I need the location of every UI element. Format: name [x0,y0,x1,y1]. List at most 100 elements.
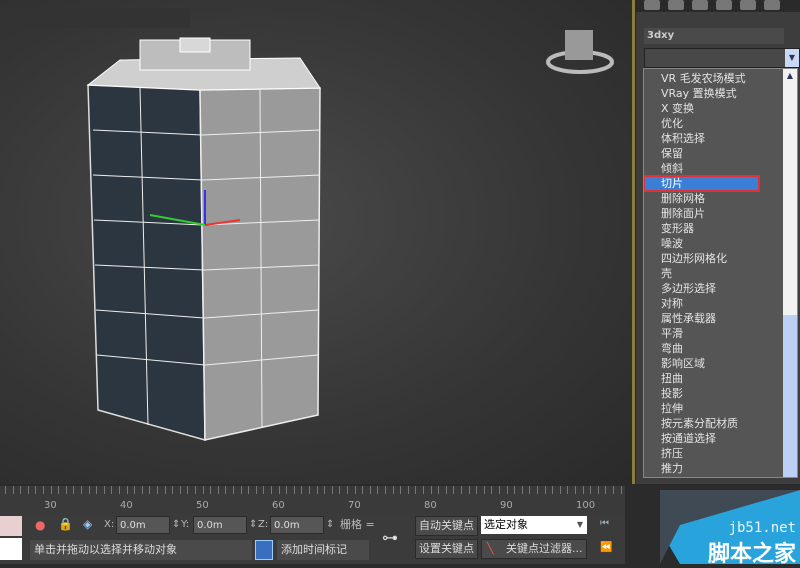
modifier-list-item[interactable]: VRay 置换模式 [644,86,797,101]
timeline-tick [233,486,234,494]
timeline-tick [354,486,356,494]
y-coordinate-input[interactable]: 0.0m [193,516,247,534]
timeline-tick [65,486,67,494]
timeline-tick [96,486,98,494]
modifier-list-item[interactable]: 噪波 [644,236,797,251]
chevron-down-icon[interactable]: ▼ [785,49,799,67]
z-label: Z: [258,519,269,530]
modifier-list-item[interactable]: 壳 [644,266,797,281]
timeline-tick [50,486,52,494]
timeline-tick [271,486,272,494]
status-toolbar: ● 🔒 ◈ X: 0.0m ⇕ Y: 0.0m ⇕ Z: 0.0m ⇕ 栅格 =… [0,514,625,564]
absolute-mode-icon[interactable]: ◈ [83,517,92,531]
timeline-label: 100 [576,500,596,511]
modifier-list-item[interactable]: 按元素分配材质 [644,416,797,431]
modifier-list-item[interactable]: 对称 [644,296,797,311]
z-coordinate-input[interactable]: 0.0m [270,516,324,534]
hierarchy-tab-icon[interactable] [692,0,708,10]
timeline-tick [483,486,485,494]
auto-key-button[interactable]: 自动关键点 [415,516,478,536]
add-time-tag-button[interactable]: 添加时间标记 [277,540,369,560]
timeline-tick [324,486,326,494]
modifier-list-item[interactable]: 保留 [644,146,797,161]
modifier-list-item[interactable]: 拉伸 [644,401,797,416]
modifier-list-item[interactable]: 倾斜 [644,161,797,176]
modifier-list-item[interactable]: 属性承载器 [644,311,797,326]
modifier-list-item[interactable]: 投影 [644,386,797,401]
previous-frame-icon[interactable]: ⏪ [600,542,612,553]
display-tab-icon[interactable] [740,0,756,10]
maxscript-input[interactable] [0,538,22,560]
timeline-tick [73,486,75,494]
scrollbar-thumb[interactable] [783,315,797,477]
y-label: Y: [181,519,190,530]
site-watermark: jb51.net 脚本之家 [660,490,800,567]
key-icon[interactable]: ⊶ [382,528,398,547]
modifier-list-dropdown[interactable]: ▼ [644,48,800,68]
modifier-list-item[interactable]: 四边形网格化 [644,251,797,266]
modifier-list-item[interactable]: 优化 [644,116,797,131]
motion-tab-icon[interactable] [716,0,732,10]
modifier-list-item[interactable]: 删除面片 [644,206,797,221]
timeline-tick [385,486,386,494]
modifier-list[interactable]: VR 毛发农场模式 VRay 置换模式 X 变换 优化 体积选择 保留 倾斜 切片 删除网格 删除… [643,68,798,478]
modifier-list-item[interactable]: VR 毛发农场模式 [644,71,797,86]
modifier-list-item[interactable]: 按通道选择 [644,431,797,446]
timeline-tick [157,486,158,494]
timeline-tick [407,486,409,494]
isolate-icon[interactable]: ● [35,518,45,532]
timeline-tick [309,486,310,494]
object-name-field[interactable]: 3dxy [644,28,784,44]
timeline-tick [423,486,424,494]
timeline-tick [149,486,151,494]
modifier-list-item[interactable]: X 变换 [644,101,797,116]
modify-tab-icon[interactable] [668,0,684,10]
timeline-tick [582,486,584,494]
key-filters-button[interactable]: ╲ 关键点过滤器... [481,539,587,559]
set-key-button[interactable]: 设置关键点 [415,539,478,559]
time-tag-icon[interactable] [255,540,273,560]
watermark-site: jb51.net [728,520,796,536]
timeline-tick [81,486,82,494]
timeline-tick [111,486,113,494]
timeline-tick [35,486,37,494]
modifier-list-item[interactable]: 弯曲 [644,341,797,356]
modifier-list-item[interactable]: 变形器 [644,221,797,236]
modifier-list-item[interactable]: 体积选择 [644,131,797,146]
timeline-tick [293,486,295,494]
timeline-tick [369,486,371,494]
modifier-list-item[interactable]: 平滑 [644,326,797,341]
timeline-ruler[interactable]: 30 40 50 60 70 80 90 100 [0,486,625,514]
x-spinner[interactable]: ⇕ [172,516,180,534]
modifier-list-item[interactable]: 挤压 [644,446,797,461]
timeline-label: 50 [196,500,209,511]
modifier-list-item[interactable]: 扭曲 [644,371,797,386]
selection-set-dropdown[interactable]: 选定对象 ▼ [481,516,587,534]
lock-icon[interactable]: 🔒 [58,517,73,531]
modifier-list-item[interactable]: 推力 [644,461,797,476]
modifier-list-item[interactable]: 多边形选择 [644,281,797,296]
chevron-down-icon: ▼ [576,520,583,529]
perspective-viewport[interactable] [0,0,632,484]
go-to-start-icon[interactable]: ⏮ [600,518,609,529]
timeline-tick [255,486,257,494]
modifier-list-item[interactable]: 删除网格 [644,191,797,206]
timeline-tick [286,486,288,494]
scroll-up-icon[interactable]: ▲ [783,69,797,83]
create-tab-icon[interactable] [644,0,660,10]
x-coordinate-input[interactable]: 0.0m [116,516,170,534]
z-spinner[interactable]: ⇕ [326,516,334,534]
timeline-tick [316,486,318,494]
timeline-tick [559,486,561,494]
panel-tabs[interactable] [636,0,800,12]
y-spinner[interactable]: ⇕ [249,516,257,534]
timeline-tick [20,486,22,494]
timeline-tick [499,486,500,494]
utilities-tab-icon[interactable] [764,0,780,10]
modifier-list-item[interactable]: 切片 [644,175,760,192]
modifier-list-item[interactable]: 影响区域 [644,356,797,371]
maxscript-listener[interactable] [0,516,22,536]
timeline-tick [331,486,333,494]
timeline-tick [430,486,432,494]
timeline-tick [58,486,60,494]
